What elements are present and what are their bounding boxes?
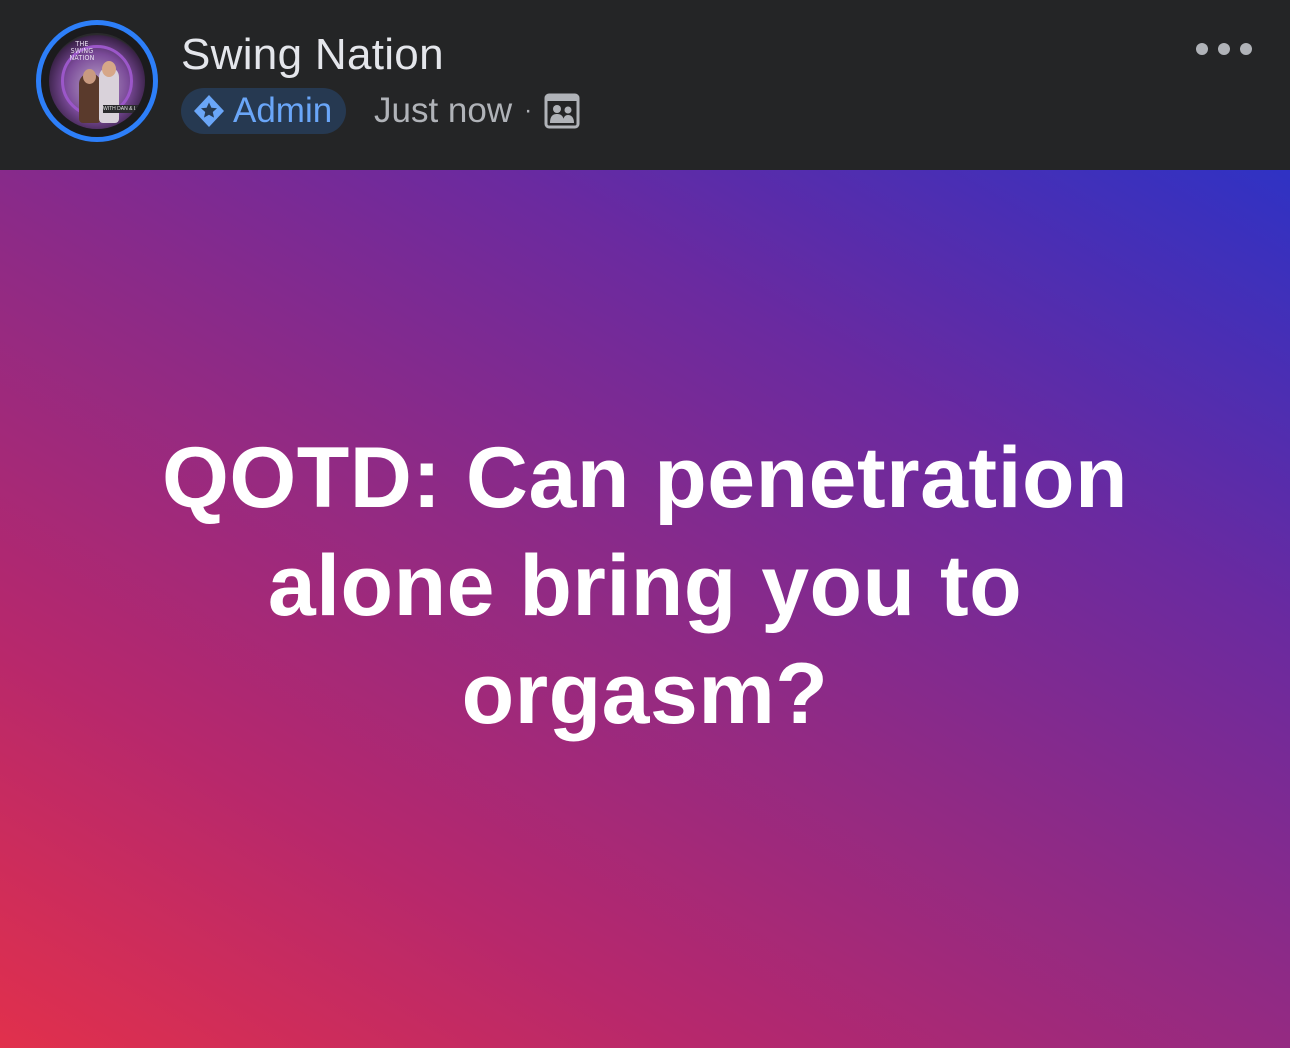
avatar-face-left <box>83 69 96 84</box>
page-name-link[interactable]: Swing Nation <box>181 30 444 80</box>
avatar-face-right <box>102 61 116 77</box>
post-timestamp[interactable]: Just now <box>374 88 512 134</box>
avatar-image: THE SWING NATION WITH DAN & LACY <box>49 33 145 129</box>
avatar-logo-text: THE SWING NATION <box>69 40 95 62</box>
avatar-tagline: WITH DAN & LACY <box>103 105 143 113</box>
text-post-background[interactable]: QOTD: Can penetration alone bring you to… <box>0 170 1290 1048</box>
admin-badge-label: Admin <box>233 91 333 130</box>
post-body-text: QOTD: Can penetration alone bring you to… <box>161 430 1129 742</box>
group-members-icon[interactable] <box>544 93 580 129</box>
post-meta: Just now · <box>374 88 580 134</box>
admin-star-shield-icon <box>194 95 224 127</box>
more-options-icon <box>1218 43 1230 55</box>
post-header: THE SWING NATION WITH DAN & LACY Swing N… <box>0 0 1290 170</box>
group-post: THE SWING NATION WITH DAN & LACY Swing N… <box>0 0 1290 1048</box>
more-options-icon <box>1240 43 1252 55</box>
meta-separator: · <box>524 97 533 124</box>
page-avatar[interactable]: THE SWING NATION WITH DAN & LACY <box>36 20 158 142</box>
more-options-button[interactable] <box>1196 34 1252 64</box>
admin-badge[interactable]: Admin <box>181 88 347 134</box>
more-options-icon <box>1196 43 1208 55</box>
